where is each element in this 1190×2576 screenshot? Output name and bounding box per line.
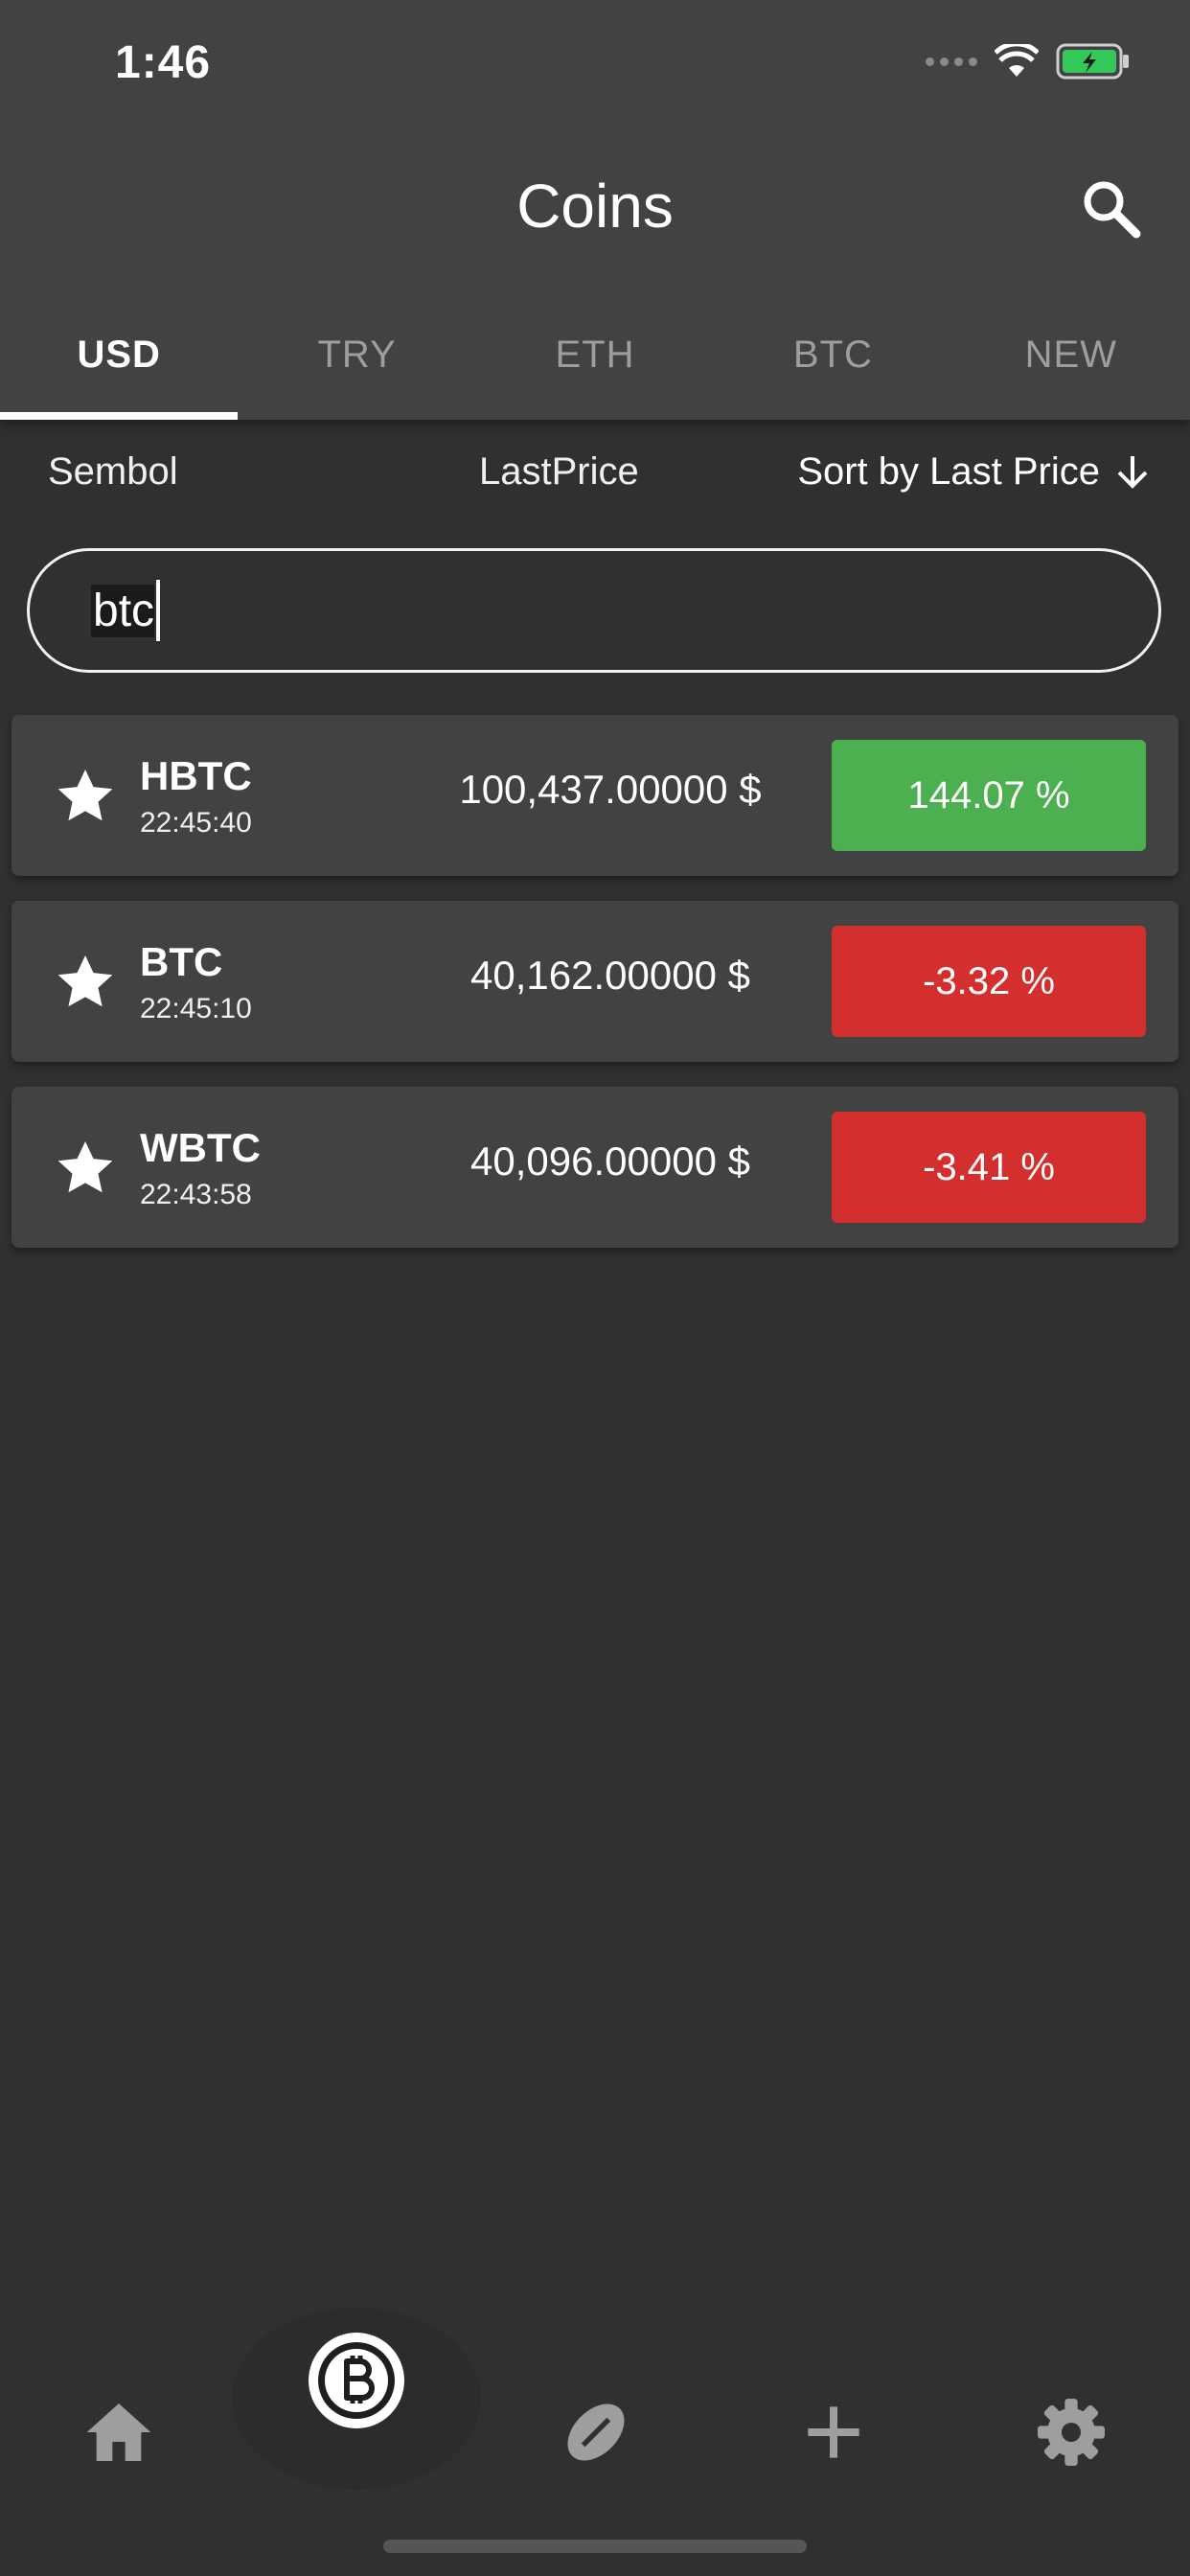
- coin-time: 22:43:58: [140, 1179, 252, 1210]
- star-icon[interactable]: [54, 765, 117, 828]
- text-caret: [156, 580, 161, 641]
- home-icon[interactable]: [80, 2394, 157, 2471]
- coin-price: 40,096.00000 $: [470, 1138, 750, 1184]
- battery-icon: [1056, 43, 1129, 80]
- coin-symbol: BTC: [140, 939, 223, 984]
- search-input[interactable]: btc: [27, 548, 1161, 673]
- tab-new[interactable]: NEW: [952, 316, 1190, 420]
- sort-button[interactable]: Sort by Last Price: [797, 441, 1152, 502]
- gear-icon[interactable]: [1033, 2394, 1110, 2471]
- status-icons: [926, 42, 1133, 80]
- bottom-navigation: [0, 2308, 1190, 2490]
- page-title: Coins: [516, 172, 674, 241]
- home-indicator: [383, 2540, 807, 2553]
- bitcoin-button[interactable]: [309, 2333, 404, 2428]
- change-badge[interactable]: -3.41 %: [832, 1112, 1146, 1223]
- coin-price: 100,437.00000 $: [459, 767, 762, 812]
- coin-row[interactable]: BTC 22:45:10 40,162.00000 $ -3.32 %: [11, 901, 1179, 1062]
- coin-price: 40,162.00000 $: [470, 953, 750, 998]
- wifi-icon: [995, 44, 1039, 77]
- bitcoin-icon: [318, 2342, 395, 2419]
- coin-time: 22:45:10: [140, 993, 252, 1024]
- coin-time: 22:45:40: [140, 807, 252, 839]
- coin-symbol: HBTC: [140, 753, 252, 798]
- sort-label: Sort by Last Price: [797, 450, 1100, 493]
- tab-try[interactable]: TRY: [238, 316, 475, 420]
- coin-symbol: WBTC: [140, 1125, 261, 1170]
- signal-icon: [926, 57, 977, 66]
- coin-row[interactable]: HBTC 22:45:40 100,437.00000 $ 144.07 %: [11, 715, 1179, 876]
- plus-icon[interactable]: [795, 2394, 872, 2471]
- search-input-value: btc: [91, 584, 155, 637]
- arrow-down-icon: [1117, 456, 1148, 489]
- search-icon[interactable]: [1075, 172, 1148, 245]
- tab-eth[interactable]: ETH: [476, 316, 714, 420]
- change-badge[interactable]: -3.32 %: [832, 926, 1146, 1037]
- app-header: 1:46 Coins USD TRY ETH BTC NEW: [0, 0, 1190, 420]
- currency-tabs: USD TRY ETH BTC NEW: [0, 316, 1190, 420]
- tab-usd[interactable]: USD: [0, 316, 239, 420]
- coin-row[interactable]: WBTC 22:43:58 40,096.00000 $ -3.41 %: [11, 1087, 1179, 1248]
- star-icon[interactable]: [54, 1137, 117, 1200]
- tab-btc[interactable]: BTC: [714, 316, 951, 420]
- column-header-last-price: LastPrice: [479, 450, 639, 493]
- football-icon[interactable]: [558, 2394, 634, 2471]
- column-header-symbol: Sembol: [48, 450, 178, 493]
- star-icon[interactable]: [54, 951, 117, 1014]
- change-badge[interactable]: 144.07 %: [832, 740, 1146, 851]
- status-time: 1:46: [115, 37, 212, 88]
